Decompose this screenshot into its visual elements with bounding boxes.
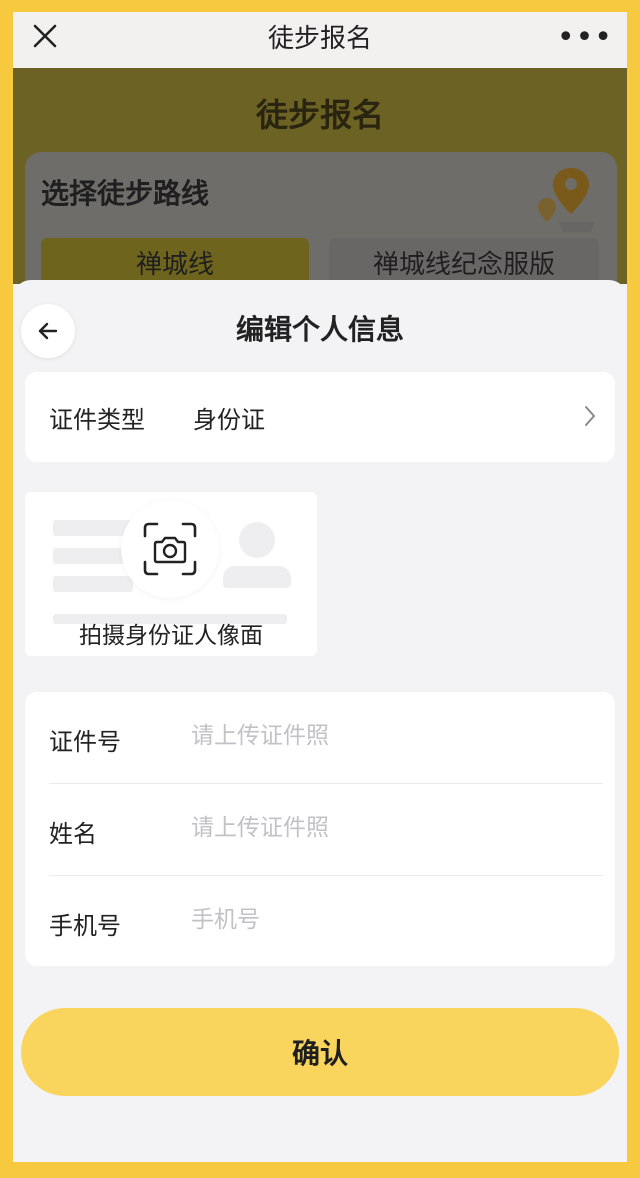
page-title: 徒步报名	[267, 24, 372, 54]
id-avatar-placeholder	[223, 566, 291, 588]
name-row: 姓名	[25, 784, 615, 875]
phone-label: 手机号	[49, 912, 121, 940]
chevron-right-icon	[583, 404, 597, 432]
id-photo-capture[interactable]: 拍摄身份证人像面	[25, 492, 317, 656]
camera-button[interactable]	[121, 500, 219, 598]
camera-icon	[143, 522, 197, 576]
name-input[interactable]	[191, 806, 571, 850]
top-nav-bar: 徒步报名 •••	[13, 12, 627, 68]
id-number-input[interactable]	[191, 714, 571, 758]
id-avatar-placeholder	[239, 522, 275, 558]
confirm-button[interactable]: 确认	[21, 1008, 619, 1096]
phone-input[interactable]	[191, 898, 571, 942]
id-type-selector[interactable]: 证件类型 身份证	[25, 372, 615, 462]
more-icon[interactable]: •••	[557, 20, 613, 55]
id-photo-label: 拍摄身份证人像面	[79, 623, 263, 649]
app-frame: 徒步报名 ••• 徒步报名 选择徒步路线 禅城线 禅城线纪念服版 编辑个人信息 …	[13, 12, 627, 1162]
id-placeholder-bar	[53, 576, 133, 592]
phone-row: 手机号	[25, 876, 615, 967]
id-placeholder-bar	[53, 548, 125, 564]
personal-info-form: 证件号 姓名 手机号	[25, 692, 615, 966]
location-pin-icon	[533, 166, 599, 236]
id-type-value: 身份证	[193, 406, 265, 434]
edit-info-sheet: 编辑个人信息 证件类型 身份证 拍摄身份证人像面 证件号 请上传证件照 姓名 请…	[13, 280, 627, 1162]
route-selection-heading: 选择徒步路线	[41, 177, 210, 210]
background-page: 徒步报名 选择徒步路线 禅城线 禅城线纪念服版	[13, 68, 627, 312]
id-number-row: 证件号	[25, 692, 615, 783]
sheet-title: 编辑个人信息	[235, 313, 404, 346]
name-label: 姓名	[49, 820, 97, 848]
background-page-title: 徒步报名	[255, 96, 384, 134]
id-type-label: 证件类型	[49, 406, 145, 434]
id-number-label: 证件号	[49, 728, 121, 756]
